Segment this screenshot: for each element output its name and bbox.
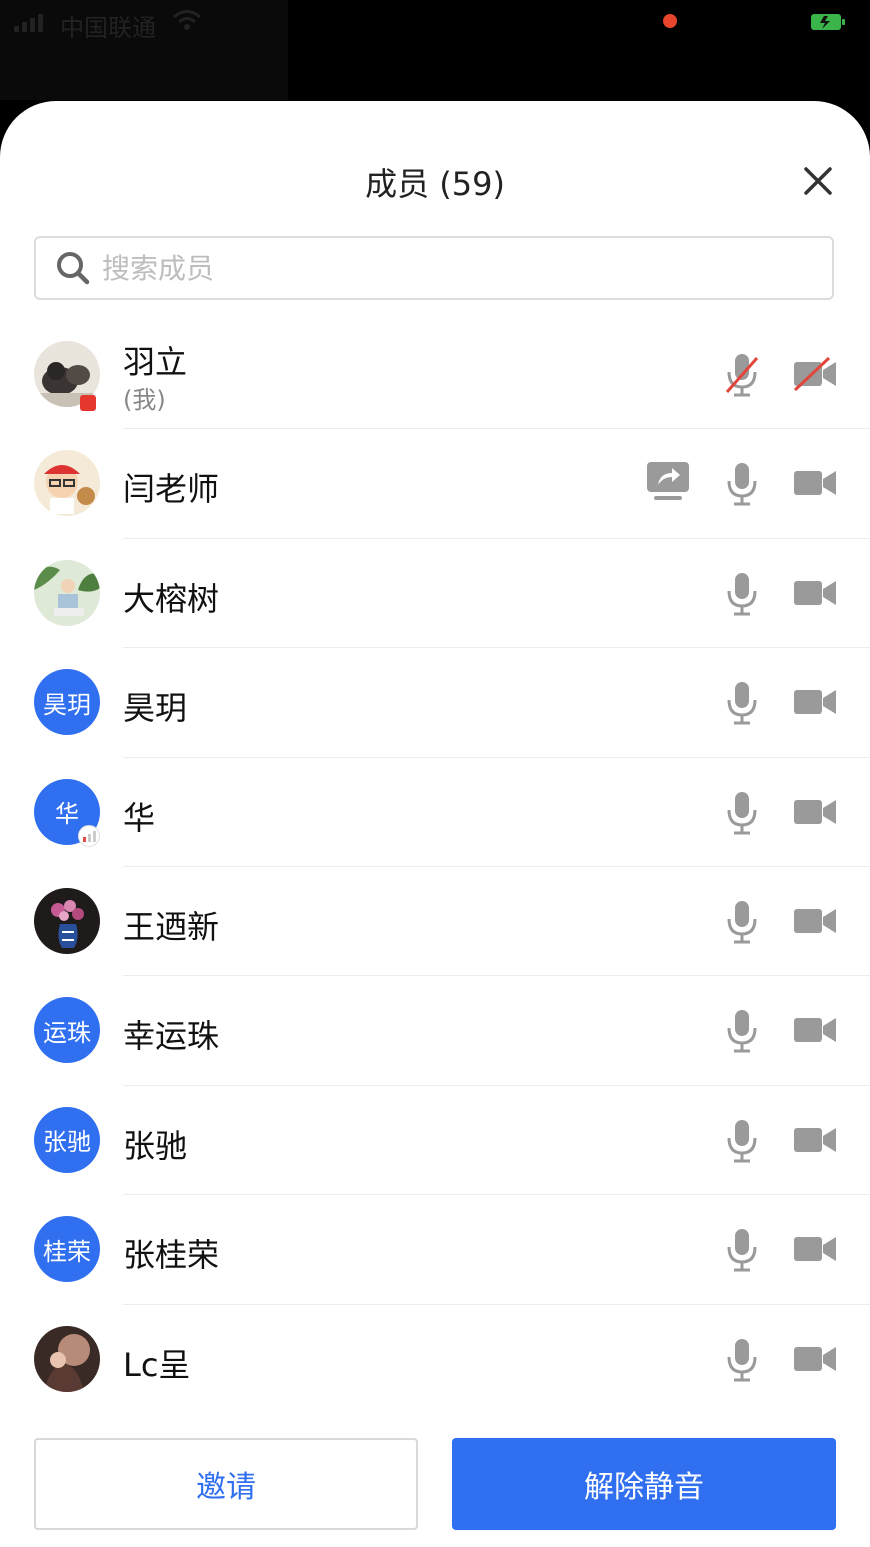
action-footer: 邀请 解除静音: [0, 1413, 870, 1547]
close-icon: [804, 167, 832, 195]
signal-icon: [14, 14, 54, 32]
close-button[interactable]: [798, 161, 838, 201]
mic-icon[interactable]: [724, 680, 760, 726]
me-tag: (我): [123, 386, 166, 414]
camera-off-icon[interactable]: [793, 356, 837, 392]
screen-share-icon[interactable]: [646, 461, 690, 503]
member-name: 张桂荣: [123, 1236, 220, 1275]
avatar: [34, 559, 100, 626]
camera-icon[interactable]: [793, 1341, 837, 1377]
member-row[interactable]: 华 华: [0, 758, 870, 867]
mic-icon[interactable]: [724, 1337, 760, 1383]
member-row[interactable]: 大榕树: [0, 539, 870, 649]
member-name: Lc呈: [123, 1345, 191, 1384]
member-name: 闫老师: [123, 470, 220, 509]
member-row[interactable]: 张驰 张驰: [0, 1086, 870, 1196]
member-list: 羽立 (我) 闫老师 大榕树 昊玥 昊玥 华 华 王迺新 运珠 幸运珠 张驰 张…: [0, 320, 870, 1413]
avatar: [34, 1325, 100, 1392]
mic-muted-icon[interactable]: [724, 352, 760, 398]
search-input[interactable]: [100, 250, 784, 286]
member-name: 华: [123, 798, 156, 837]
mic-icon[interactable]: [724, 790, 760, 836]
panel-title: 成员 (59): [365, 165, 505, 203]
search-icon: [56, 251, 90, 285]
member-row[interactable]: 昊玥 昊玥: [0, 648, 870, 758]
invite-button[interactable]: 邀请: [34, 1438, 418, 1530]
avatar: 运珠: [34, 997, 100, 1064]
member-row[interactable]: 王迺新: [0, 867, 870, 977]
device-badge-icon: [80, 395, 96, 411]
member-name: 羽立: [123, 343, 188, 381]
member-row[interactable]: 桂荣 张桂荣: [0, 1195, 870, 1305]
mic-icon[interactable]: [724, 899, 760, 945]
member-row[interactable]: 闫老师: [0, 429, 870, 539]
avatar: [34, 450, 100, 517]
member-row[interactable]: Lc呈: [0, 1305, 870, 1413]
mic-icon[interactable]: [724, 1227, 760, 1273]
mic-icon[interactable]: [724, 1008, 760, 1054]
camera-icon[interactable]: [793, 794, 837, 830]
member-row[interactable]: 羽立 (我): [0, 320, 870, 430]
signal-strength-icon: [78, 824, 100, 847]
carrier-label: 中国联通: [60, 14, 156, 42]
battery-icon: [811, 14, 845, 30]
carrier-area: 中国联通: [0, 0, 288, 100]
avatar: 张驰: [34, 1106, 100, 1173]
unmute-button[interactable]: 解除静音: [452, 1438, 836, 1530]
avatar: 昊玥: [34, 669, 100, 736]
camera-icon[interactable]: [793, 903, 837, 939]
camera-icon[interactable]: [793, 1231, 837, 1267]
member-name: 昊玥: [123, 689, 188, 728]
member-name: 幸运珠: [123, 1017, 220, 1056]
member-name: 张驰: [123, 1126, 188, 1165]
member-name: 王迺新: [123, 907, 220, 946]
mic-icon[interactable]: [724, 1118, 760, 1164]
camera-icon[interactable]: [793, 1012, 837, 1048]
avatar: [34, 887, 100, 954]
member-name: 大榕树: [123, 579, 220, 618]
camera-icon[interactable]: [793, 575, 837, 611]
member-row[interactable]: 运珠 幸运珠: [0, 976, 870, 1086]
status-bar: 中国联通: [0, 0, 870, 100]
panel-header: 成员 (59): [0, 101, 870, 300]
members-panel: 成员 (59) 搜索成员 羽立 (我) 闫老师 大榕树 昊玥 昊玥 华 华 王迺…: [0, 101, 870, 1547]
mic-icon[interactable]: [724, 461, 760, 507]
camera-icon[interactable]: [793, 1122, 837, 1158]
wifi-icon: [173, 10, 201, 30]
search-box[interactable]: [34, 236, 834, 300]
camera-icon[interactable]: [793, 684, 837, 720]
avatar: 桂荣: [34, 1216, 100, 1283]
mic-icon[interactable]: [724, 571, 760, 617]
camera-icon[interactable]: [793, 465, 837, 501]
recording-dot: [663, 14, 677, 28]
